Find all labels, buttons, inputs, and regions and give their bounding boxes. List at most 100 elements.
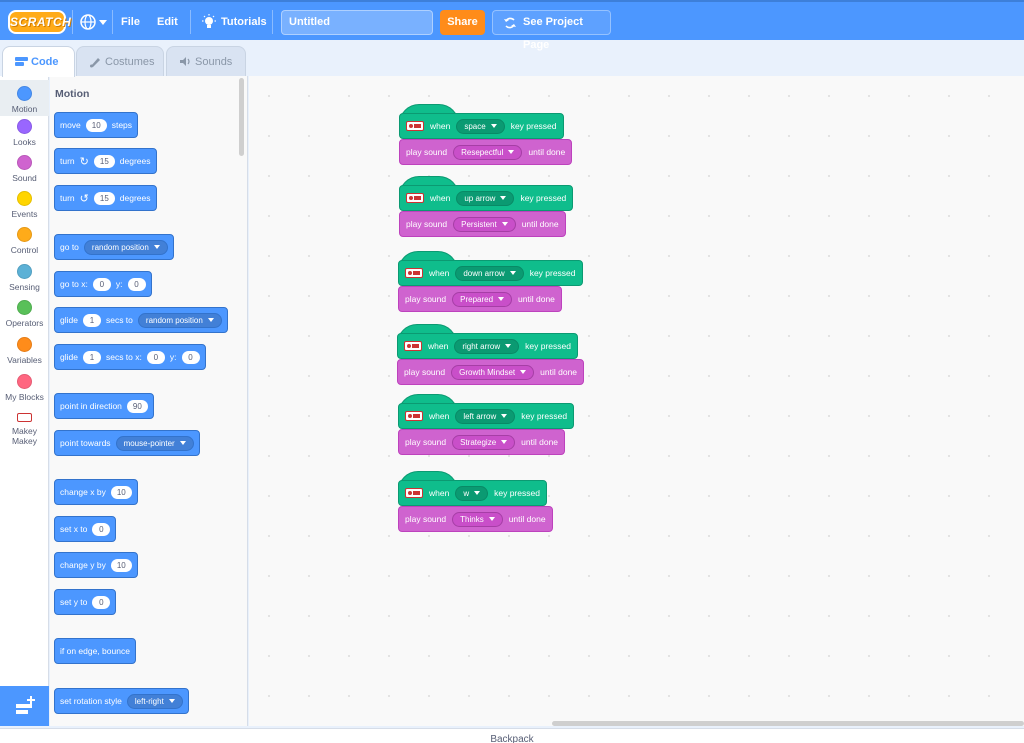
sound-dropdown[interactable]: Persistent — [453, 216, 516, 232]
rotate-counterclockwise-icon: ↺ — [79, 192, 89, 205]
block-text: change x by — [60, 487, 106, 497]
when-key-pressed-block[interactable]: when space key pressed — [399, 113, 564, 139]
key-dropdown[interactable]: left arrow — [455, 408, 516, 424]
category-operators[interactable]: Operators — [0, 300, 49, 336]
number-input[interactable]: 10 — [85, 118, 107, 132]
when-key-pressed-block[interactable]: when w key pressed — [398, 480, 547, 506]
turn-left-block[interactable]: turn ↺ 15 degrees — [54, 185, 157, 211]
play-sound-until-done-block[interactable]: play sound Thinks until done — [398, 506, 553, 532]
target-dropdown[interactable]: random position — [83, 239, 168, 255]
turn-right-block[interactable]: turn ↻ 15 degrees — [54, 148, 157, 174]
key-dropdown[interactable]: w — [455, 485, 489, 501]
block-text: if on edge, bounce — [60, 646, 130, 656]
key-dropdown[interactable]: space — [456, 118, 505, 134]
number-input[interactable]: 0 — [92, 277, 111, 291]
file-menu[interactable]: File — [121, 2, 140, 42]
tab-sounds[interactable]: Sounds — [166, 46, 246, 76]
play-sound-until-done-block[interactable]: play sound Growth Mindset until done — [397, 359, 585, 385]
block-text: play sound — [405, 294, 447, 304]
share-button[interactable]: Share — [440, 10, 485, 35]
number-input[interactable]: 1 — [82, 313, 101, 327]
play-sound-until-done-block[interactable]: play sound Resepectful until done — [399, 139, 573, 165]
go-to-xy-block[interactable]: go to x: 0 y: 0 — [54, 271, 152, 297]
category-makey-makey[interactable]: Makey Makey — [0, 411, 49, 451]
play-sound-until-done-block[interactable]: play sound Strategize until done — [398, 429, 566, 455]
category-events[interactable]: Events — [0, 191, 49, 227]
see-project-page-button[interactable]: See Project Page — [492, 10, 611, 51]
category-menu: Motion Looks Sound Events Control Sensin… — [0, 76, 49, 686]
point-in-direction-block[interactable]: point in direction 90 — [54, 393, 154, 419]
rotation-dropdown[interactable]: left-right — [126, 693, 183, 709]
number-input[interactable]: 0 — [181, 350, 200, 364]
number-input[interactable]: 90 — [126, 399, 148, 413]
workspace-horizontal-scrollbar[interactable] — [552, 721, 1024, 726]
edit-menu[interactable]: Edit — [157, 2, 178, 42]
number-input[interactable]: 0 — [92, 595, 111, 609]
bounce-block[interactable]: if on edge, bounce — [54, 638, 136, 664]
move-steps-block[interactable]: move 10 steps — [54, 112, 139, 138]
code-workspace[interactable]: when space key pressed play sound Resepectf… — [249, 76, 1024, 726]
sound-dropdown[interactable]: Growth Mindset — [451, 364, 535, 380]
palette-scrollbar[interactable] — [239, 78, 244, 156]
category-sound[interactable]: Sound — [0, 154, 49, 190]
tab-costumes[interactable]: Costumes — [76, 46, 164, 76]
when-key-pressed-block[interactable]: when left arrow key pressed — [398, 403, 575, 429]
add-extension-button[interactable] — [0, 686, 49, 726]
globe-icon[interactable] — [80, 14, 96, 30]
target-dropdown[interactable]: random position — [137, 312, 222, 328]
block-text: turn — [60, 193, 75, 203]
number-input[interactable]: 0 — [146, 350, 165, 364]
go-to-block[interactable]: go to random position — [54, 234, 174, 260]
sound-dropdown[interactable]: Prepared — [452, 291, 513, 307]
sound-dropdown[interactable]: Strategize — [452, 434, 516, 450]
number-input[interactable]: 15 — [93, 154, 115, 168]
sound-dropdown[interactable]: Resepectful — [453, 144, 523, 160]
category-control[interactable]: Control — [0, 227, 49, 263]
see-project-page-label: See Project Page — [523, 16, 583, 51]
category-label: Operators — [5, 318, 44, 328]
block-text: degrees — [119, 156, 151, 166]
when-key-pressed-block[interactable]: when up arrow key pressed — [399, 185, 574, 211]
glide-to-xy-block[interactable]: glide 1 secs to x: 0 y: 0 — [54, 344, 206, 370]
number-input[interactable]: 0 — [127, 277, 146, 291]
category-motion[interactable]: Motion — [0, 80, 49, 116]
play-sound-until-done-block[interactable]: play sound Persistent until done — [399, 211, 566, 237]
category-label: Variables — [7, 355, 42, 365]
set-y-block[interactable]: set y to 0 — [54, 589, 117, 615]
divider — [190, 10, 191, 34]
category-my-blocks[interactable]: My Blocks — [0, 374, 49, 410]
block-text: play sound — [405, 437, 447, 447]
divider — [112, 10, 113, 34]
number-input[interactable]: 10 — [110, 485, 132, 499]
number-input[interactable]: 1 — [82, 350, 101, 364]
category-looks[interactable]: Looks — [0, 117, 49, 153]
change-y-block[interactable]: change y by 10 — [54, 552, 138, 578]
lightbulb-icon[interactable] — [201, 14, 217, 30]
scratch-logo[interactable]: SCRATCH — [8, 10, 71, 34]
when-key-pressed-block[interactable]: when right arrow key pressed — [397, 333, 578, 359]
number-input[interactable]: 15 — [93, 191, 115, 205]
category-sensing[interactable]: Sensing — [0, 264, 49, 300]
project-title-input[interactable]: Untitled — [281, 10, 433, 35]
key-dropdown[interactable]: down arrow — [455, 265, 524, 281]
block-palette: Motion move 10 steps turn ↻ 15 degrees turn ↺ 1… — [50, 76, 248, 726]
chevron-down-icon[interactable] — [99, 20, 107, 25]
number-input[interactable]: 0 — [92, 522, 111, 536]
change-x-block[interactable]: change x by 10 — [54, 479, 138, 505]
set-rotation-style-block[interactable]: set rotation style left-right — [54, 688, 189, 714]
target-dropdown[interactable]: mouse-pointer — [115, 435, 194, 451]
tab-code[interactable]: Code — [2, 46, 75, 77]
sound-dropdown[interactable]: Thinks — [452, 511, 503, 527]
glide-to-block[interactable]: glide 1 secs to random position — [54, 307, 228, 333]
backpack-header[interactable]: Backpack — [0, 728, 1024, 743]
set-x-block[interactable]: set x to 0 — [54, 516, 117, 542]
number-input[interactable]: 10 — [110, 558, 132, 572]
play-sound-until-done-block[interactable]: play sound Prepared until done — [398, 286, 562, 312]
makey-makey-icon — [405, 488, 423, 498]
category-variables[interactable]: Variables — [0, 337, 49, 373]
when-key-pressed-block[interactable]: when down arrow key pressed — [398, 260, 583, 286]
point-towards-block[interactable]: point towards mouse-pointer — [54, 430, 200, 456]
tutorials-button[interactable]: Tutorials — [221, 2, 267, 42]
key-dropdown[interactable]: up arrow — [456, 190, 515, 206]
key-dropdown[interactable]: right arrow — [454, 338, 520, 354]
